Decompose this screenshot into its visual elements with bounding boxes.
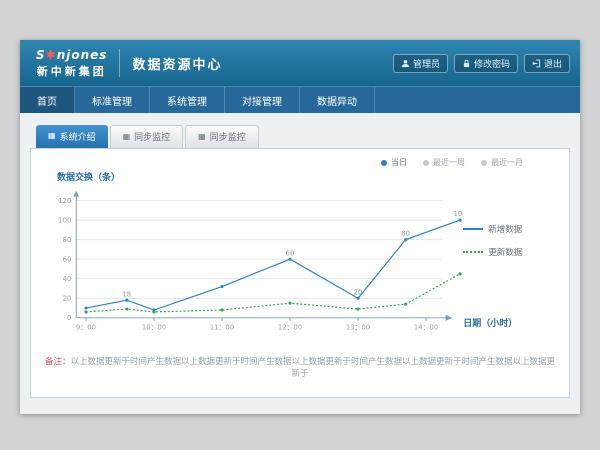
main-navbar: 首页 标准管理 系统管理 对接管理 数据异动 — [20, 86, 580, 113]
filter-last-week[interactable]: 最近一周 — [423, 157, 465, 168]
svg-text:80: 80 — [401, 230, 410, 238]
line-chart: 0 20 40 60 80 100 120 9：00 10：00 11：00 12：00 13：00 1… — [43, 183, 463, 351]
chart-row: 0 20 40 60 80 100 120 9：00 10：00 11：00 12：00 13：00 1… — [43, 183, 557, 351]
radio-dot-icon — [381, 160, 387, 166]
svg-text:20: 20 — [354, 288, 363, 296]
legend-label: 新增数据 — [488, 223, 522, 235]
user-icon — [401, 59, 410, 68]
header-divider — [119, 49, 120, 77]
svg-text:120: 120 — [58, 197, 71, 205]
logo-star-icon: ✱ — [46, 48, 57, 62]
lock-icon — [462, 59, 471, 68]
logo-text: S✱njones — [36, 48, 107, 62]
tab-sync-monitor-1[interactable]: ▦ 同步监控 — [110, 125, 184, 148]
svg-text:14：00: 14：00 — [414, 324, 438, 332]
svg-text:11：00: 11：00 — [210, 324, 234, 332]
svg-text:20: 20 — [63, 295, 72, 303]
radio-dot-icon — [481, 160, 487, 166]
grid-icon: ▦ — [198, 133, 206, 141]
radio-dot-icon — [423, 160, 429, 166]
company-logo: S✱njones 新中新集团 — [36, 48, 107, 79]
svg-text:9：00: 9：00 — [76, 324, 96, 332]
footnote: 备注：以上数据更新于时间产生数据以上数据更新于时间产生数据以上数据更新于时间产生… — [43, 355, 557, 379]
admin-user-button[interactable]: 管理员 — [393, 54, 448, 73]
svg-text:18: 18 — [122, 290, 131, 298]
svg-text:80: 80 — [63, 236, 72, 244]
tab-bar: ▦ 系统介绍 ▦ 同步监控 ▦ 同步监控 — [30, 125, 570, 148]
tab-sync-monitor-2[interactable]: ▦ 同步监控 — [185, 125, 259, 148]
chart-panel: 当日 最近一周 最近一月 数据交换（条） 0 20 40 60 80 100 120 9：00… — [30, 148, 570, 398]
logout-button[interactable]: 退出 — [524, 54, 570, 73]
nav-item-data-change[interactable]: 数据异动 — [300, 87, 375, 113]
content-area: ▦ 系统介绍 ▦ 同步监控 ▦ 同步监控 当日 最近一周 最近一月 数据交换（条… — [20, 113, 580, 414]
svg-text:0: 0 — [67, 314, 71, 322]
svg-text:100: 100 — [58, 217, 71, 225]
footnote-text: 以上数据更新于时间产生数据以上数据更新于时间产生数据以上数据更新于时间产生数据以… — [71, 357, 556, 379]
grid-icon: ▦ — [48, 132, 56, 140]
top-header: S✱njones 新中新集团 数据资源中心 管理员 修改密码 退出 — [20, 40, 580, 86]
change-password-button[interactable]: 修改密码 — [454, 54, 518, 73]
nav-item-standard-mgmt[interactable]: 标准管理 — [75, 87, 150, 113]
svg-text:40: 40 — [63, 275, 72, 283]
legend-line-sample — [463, 251, 483, 253]
legend-item[interactable]: 更新数据 — [463, 246, 557, 258]
x-axis-title: 日期（小时） — [463, 316, 557, 329]
logo-subtitle: 新中新集团 — [37, 63, 107, 79]
legend-label: 更新数据 — [488, 246, 522, 258]
chart-right-column: 新增数据更新数据 日期（小时） — [463, 183, 557, 351]
legend-line-sample — [463, 228, 483, 230]
chart-legend: 新增数据更新数据 — [463, 223, 557, 269]
svg-text:10：00: 10：00 — [142, 324, 166, 332]
svg-text:60: 60 — [63, 256, 72, 264]
filter-today[interactable]: 当日 — [381, 157, 407, 168]
svg-text:100: 100 — [454, 210, 464, 218]
footnote-label: 备注： — [45, 357, 71, 367]
page-title: 数据资源中心 — [132, 54, 222, 73]
svg-text:60: 60 — [286, 249, 295, 257]
legend-item[interactable]: 新增数据 — [463, 223, 557, 235]
y-axis-title: 数据交换（条） — [57, 170, 557, 183]
nav-item-system-mgmt[interactable]: 系统管理 — [150, 87, 225, 113]
nav-item-home[interactable]: 首页 — [20, 87, 75, 113]
svg-text:13：00: 13：00 — [346, 324, 370, 332]
grid-icon: ▦ — [123, 133, 131, 141]
svg-text:12：00: 12：00 — [278, 324, 302, 332]
logout-icon — [532, 59, 541, 68]
tab-system-intro[interactable]: ▦ 系统介绍 — [36, 125, 108, 148]
time-range-filters: 当日 最近一周 最近一月 — [43, 157, 557, 168]
filter-last-month[interactable]: 最近一月 — [481, 157, 523, 168]
nav-item-docking-mgmt[interactable]: 对接管理 — [225, 87, 300, 113]
app-window: S✱njones 新中新集团 数据资源中心 管理员 修改密码 退出 首页 标准管… — [20, 40, 580, 414]
